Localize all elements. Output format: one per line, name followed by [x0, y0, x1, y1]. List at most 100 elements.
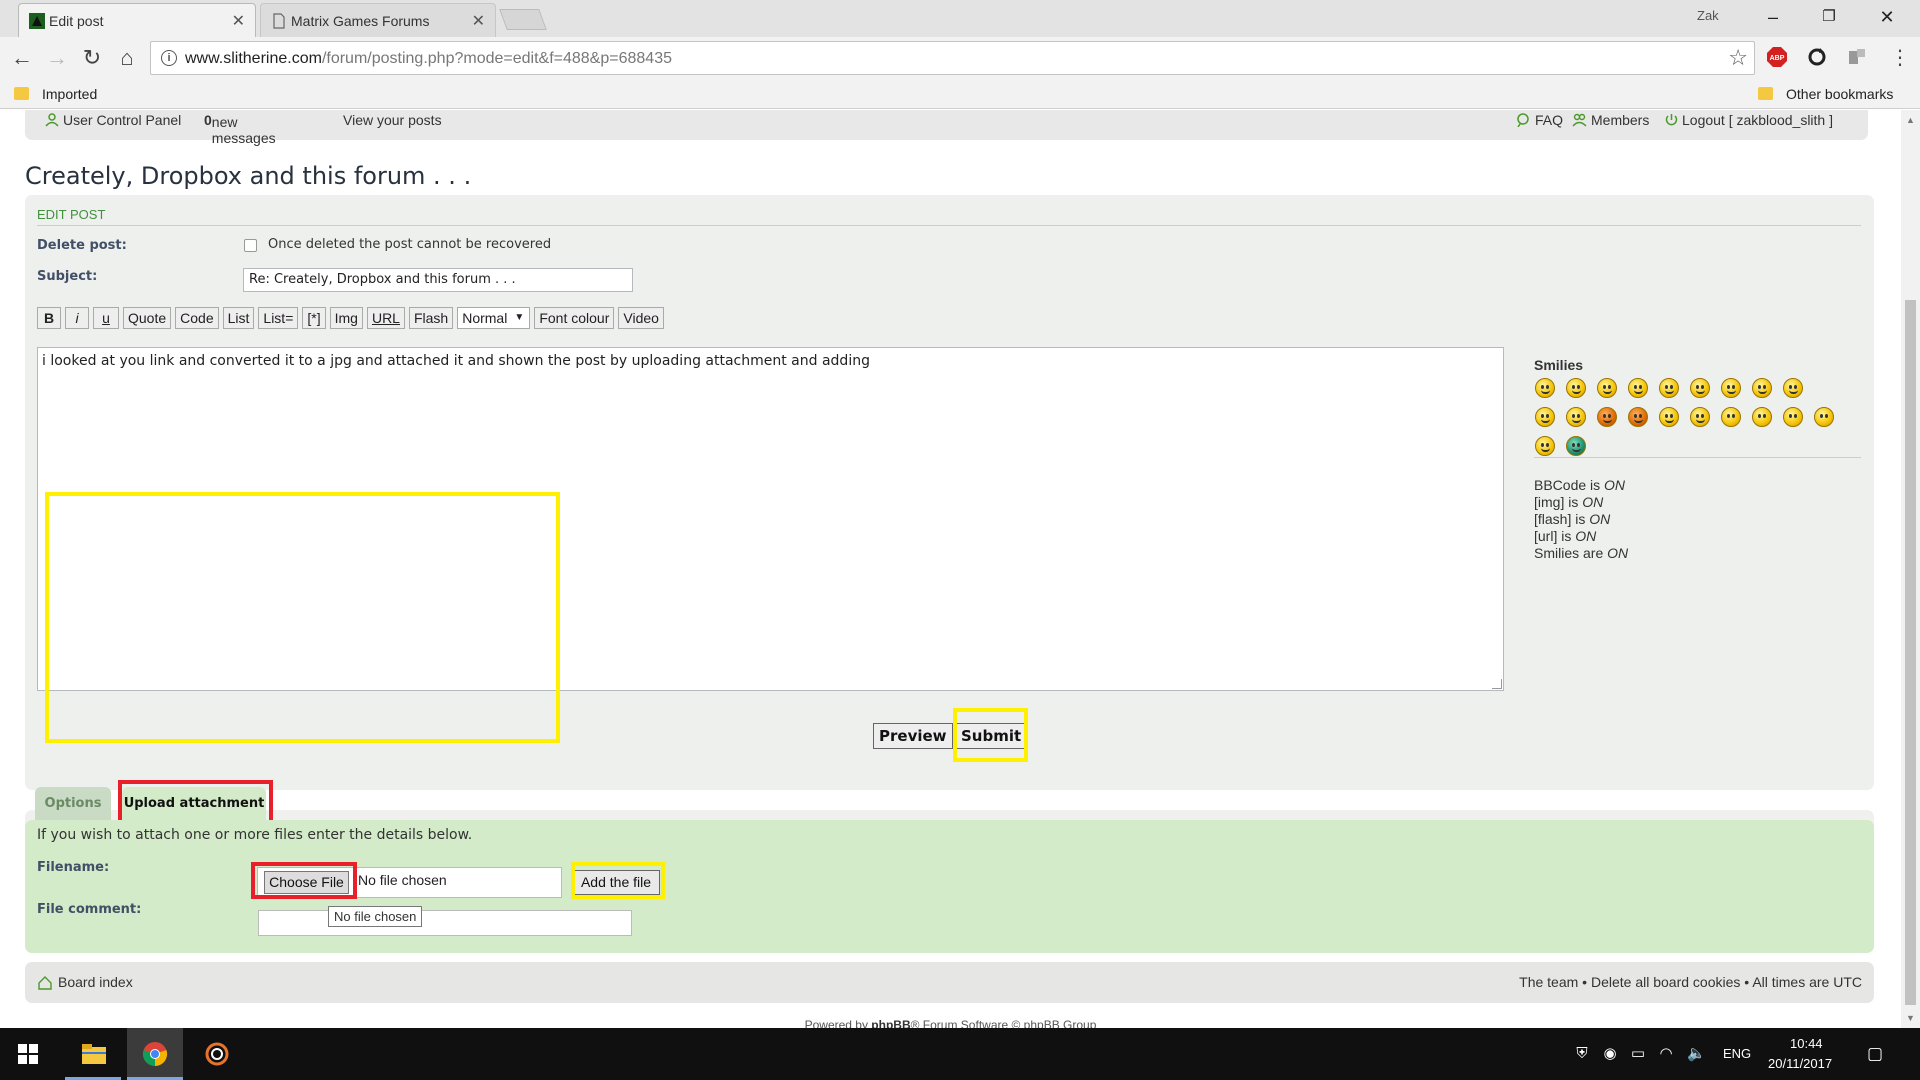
bold-button[interactable]: B [37, 307, 61, 329]
smiley-icon[interactable] [1752, 378, 1772, 398]
adblock-plus-icon[interactable]: ABP [1766, 46, 1788, 68]
smiley-icon[interactable] [1690, 378, 1710, 398]
italic-button[interactable]: i [65, 307, 89, 329]
tab-matrix-games[interactable]: Matrix Games Forums ✕ [260, 3, 496, 37]
edit-post-panel: EDIT POST Delete post: Once deleted the … [25, 195, 1874, 790]
bookmark-other[interactable]: Other bookmarks [1786, 86, 1893, 102]
smiley-icon[interactable] [1597, 407, 1617, 427]
menu-icon[interactable]: ⋮ [1886, 44, 1914, 72]
arrow-icon[interactable] [1814, 407, 1834, 427]
logout-link[interactable]: Logout [ zakblood_slith ] [1682, 112, 1833, 128]
code-button[interactable]: Code [175, 307, 219, 329]
smiley-icon[interactable] [1659, 407, 1679, 427]
steam-icon[interactable]: ◉ [1601, 1045, 1619, 1063]
back-icon[interactable]: ← [8, 44, 36, 72]
home-icon[interactable]: ⌂ [113, 44, 141, 72]
info-icon[interactable]: i [161, 50, 177, 66]
exclamation-icon[interactable] [1721, 407, 1741, 427]
forward-icon[interactable]: → [43, 44, 71, 72]
smiley-icon[interactable] [1721, 378, 1741, 398]
smiley-icon[interactable] [1566, 407, 1586, 427]
bookmark-star-icon[interactable]: ☆ [1728, 45, 1748, 71]
windows-start-icon[interactable] [18, 1044, 38, 1064]
profile-name[interactable]: Zak [1697, 8, 1719, 23]
resize-handle[interactable] [1492, 679, 1502, 689]
smiley-icon[interactable] [1535, 436, 1555, 456]
close-tab-icon[interactable]: ✕ [472, 11, 485, 31]
question-icon[interactable] [1752, 407, 1772, 427]
close-window-icon[interactable]: ✕ [1867, 4, 1907, 30]
smiley-icon[interactable] [1535, 378, 1555, 398]
img-button[interactable]: Img [329, 307, 363, 329]
user-control-panel-link[interactable]: User Control Panel [63, 112, 181, 128]
sync-icon[interactable] [1806, 46, 1828, 68]
clock-date[interactable]: 20/11/2017 [1768, 1056, 1832, 1071]
smiley-icon[interactable] [1566, 436, 1586, 456]
scroll-thumb[interactable] [1905, 300, 1916, 1005]
faq-link[interactable]: FAQ [1535, 112, 1563, 128]
new-messages-link[interactable]: 0 new messages [204, 112, 276, 146]
view-posts-link[interactable]: View your posts [343, 112, 442, 128]
tab-edit-post[interactable]: Edit post ✕ [18, 3, 256, 37]
list-item-button[interactable]: [*] [302, 307, 326, 329]
smiley-icon[interactable] [1566, 378, 1586, 398]
scroll-up-icon[interactable]: ▲ [1906, 115, 1915, 125]
notifications-icon[interactable]: ▢ [1866, 1045, 1884, 1063]
ring-app-icon [205, 1042, 229, 1066]
topic-title[interactable]: Creately, Dropbox and this forum . . . [25, 162, 471, 190]
delete-post-checkbox[interactable] [244, 239, 257, 252]
preview-button[interactable]: Preview [873, 723, 953, 749]
wifi-icon[interactable]: ◠ [1657, 1045, 1675, 1063]
smiley-icon[interactable] [1628, 378, 1648, 398]
divider [37, 225, 1861, 226]
volume-icon[interactable]: 🔈 [1687, 1045, 1706, 1063]
board-index-link[interactable]: Board index [58, 974, 133, 990]
url-text[interactable]: www.slitherine.com/forum/posting.php?mod… [185, 50, 672, 68]
font-size-select[interactable]: Normal [457, 307, 531, 329]
tab-title: Edit post [49, 12, 104, 29]
smiley-icon[interactable] [1535, 407, 1555, 427]
bookmark-imported[interactable]: Imported [42, 86, 97, 102]
minimize-icon[interactable]: – [1753, 4, 1793, 30]
smiley-icon[interactable] [1597, 378, 1617, 398]
smiley-icon[interactable] [1659, 378, 1679, 398]
chrome-button[interactable] [127, 1028, 183, 1080]
smiley-icon[interactable] [1783, 378, 1803, 398]
close-tab-icon[interactable]: ✕ [232, 11, 245, 31]
members-link[interactable]: Members [1591, 112, 1649, 128]
tab-strip: Edit post ✕ Matrix Games Forums ✕ Zak – … [0, 0, 1920, 37]
idea-icon[interactable] [1783, 407, 1803, 427]
smiley-icon[interactable] [1690, 407, 1710, 427]
network-icon[interactable]: ▭ [1629, 1045, 1647, 1063]
video-button[interactable]: Video [618, 307, 664, 329]
app-button[interactable] [189, 1028, 245, 1080]
extension-icon[interactable] [1846, 46, 1868, 68]
page-scrollbar[interactable]: ▲ ▼ [1901, 110, 1920, 1028]
phpbb-link[interactable]: phpBB [871, 1018, 910, 1028]
message-text: i looked at you link and converted it to… [42, 353, 870, 369]
tab-options[interactable]: Options [35, 787, 111, 821]
reload-icon[interactable]: ↻ [78, 44, 106, 72]
new-tab-button[interactable] [499, 9, 547, 30]
list-button[interactable]: List [222, 307, 255, 329]
smiley-icon[interactable] [1628, 407, 1648, 427]
flash-button[interactable]: Flash [408, 307, 454, 329]
clock-time[interactable]: 10:44 [1790, 1036, 1823, 1051]
quote-button[interactable]: Quote [123, 307, 172, 329]
address-bar[interactable]: i www.slitherine.com/forum/posting.php?m… [150, 41, 1755, 75]
security-shield-icon[interactable]: ⛨ [1573, 1045, 1591, 1063]
ordered-list-button[interactable]: List= [258, 307, 299, 329]
scroll-down-icon[interactable]: ▼ [1906, 1013, 1915, 1023]
restore-icon[interactable]: ❐ [1809, 4, 1849, 30]
file-comment-textarea[interactable] [258, 910, 632, 936]
edit-post-heading: EDIT POST [37, 207, 106, 222]
language-indicator[interactable]: ENG [1723, 1046, 1751, 1061]
team-link[interactable]: The team [1519, 974, 1578, 990]
folder-icon [82, 1044, 106, 1064]
delete-cookies-link[interactable]: Delete all board cookies [1591, 974, 1740, 990]
file-explorer-button[interactable] [65, 1028, 121, 1080]
underline-button[interactable]: u [93, 307, 119, 329]
url-button[interactable]: URL [366, 307, 405, 329]
font-colour-button[interactable]: Font colour [534, 307, 615, 329]
subject-input[interactable]: Re: Creately, Dropbox and this forum . .… [243, 268, 633, 292]
